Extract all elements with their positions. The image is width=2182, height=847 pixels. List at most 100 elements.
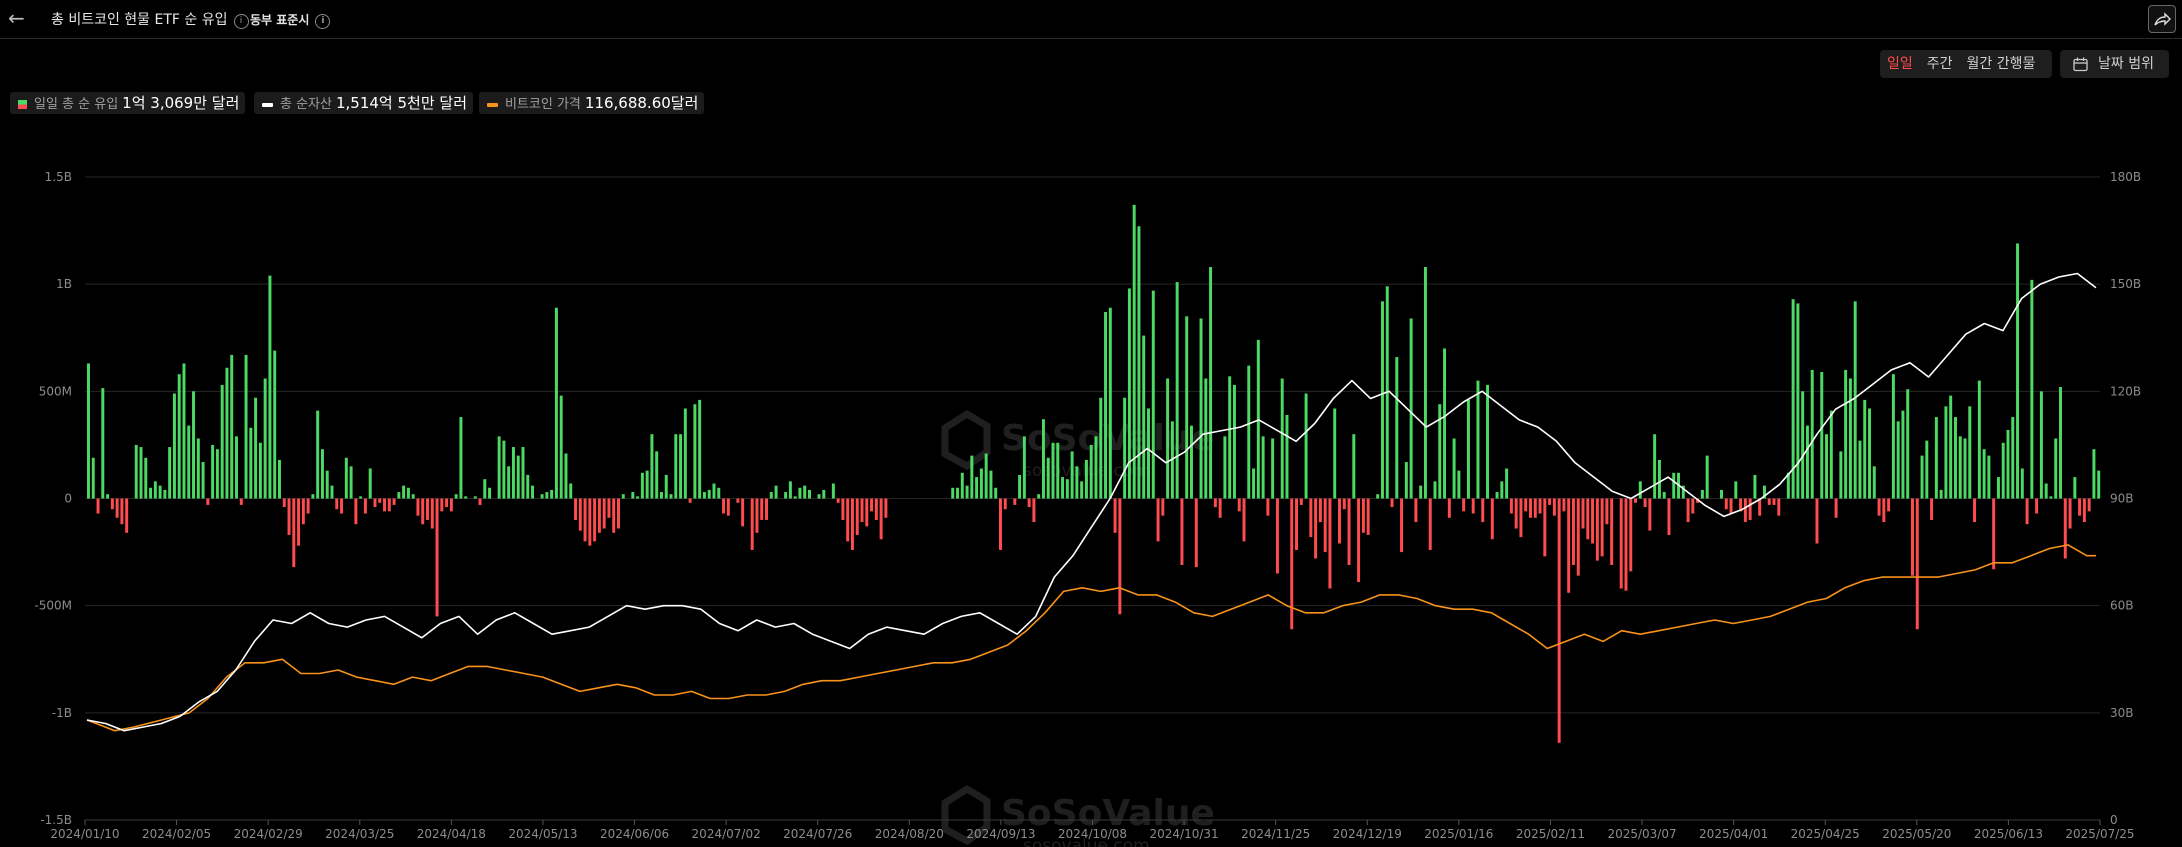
right-axis-tick-label: 60B bbox=[2110, 599, 2134, 613]
inflow-bar bbox=[1949, 395, 1953, 499]
outflow-bar bbox=[1194, 498, 1198, 568]
outflow-bar bbox=[1748, 498, 1752, 520]
outflow-bar bbox=[870, 498, 874, 512]
inflow-bar bbox=[1939, 489, 1943, 499]
inflow-bar bbox=[1906, 389, 1910, 499]
tab-weekly[interactable]: 주간 bbox=[1920, 50, 1960, 78]
line-swatch-icon bbox=[487, 102, 498, 107]
outflow-bar bbox=[387, 498, 391, 512]
outflow-bar bbox=[1213, 498, 1217, 508]
outflow-bar bbox=[1309, 498, 1313, 538]
outflow-bar bbox=[1447, 498, 1451, 518]
outflow-bar bbox=[1629, 498, 1633, 572]
page-title: 총 비트코인 현물 ETF 순 유입 i bbox=[51, 9, 249, 29]
outflow-bar bbox=[2035, 498, 2039, 514]
outflow-bar bbox=[588, 498, 592, 546]
legend-value: 1,514억 5천만 달러 bbox=[335, 94, 468, 112]
inflow-bar bbox=[1051, 442, 1055, 499]
tab-monthly[interactable]: 월간 간행물 bbox=[1960, 50, 2043, 78]
outflow-bar bbox=[1643, 498, 1647, 508]
inflow-bar bbox=[106, 494, 110, 499]
info-icon[interactable]: i bbox=[233, 14, 249, 29]
x-axis-tick-label: 2025/05/20 bbox=[1882, 827, 1951, 841]
inflow-bar bbox=[1925, 440, 1929, 499]
inflow-bar bbox=[254, 397, 258, 499]
inflow-bar bbox=[1395, 357, 1399, 499]
inflow-bar bbox=[1944, 406, 1948, 499]
inflow-bar bbox=[406, 487, 410, 499]
legend-daily-inflow[interactable]: 일일 총 순 유입 1억 3,069만 달러 bbox=[10, 92, 246, 114]
arrow-left-icon[interactable]: ← bbox=[8, 8, 30, 30]
outflow-bar bbox=[1758, 498, 1762, 516]
inflow-bar bbox=[225, 367, 229, 499]
date-range-button[interactable]: 날짜 범위 bbox=[2060, 50, 2169, 78]
outflow-bar bbox=[392, 498, 396, 505]
inflow-bar bbox=[707, 489, 711, 499]
outflow-bar bbox=[1032, 498, 1036, 523]
inflow-bar bbox=[192, 391, 196, 499]
inflow-bar bbox=[1753, 474, 1757, 499]
inflow-bar bbox=[1638, 481, 1642, 499]
outflow-bar bbox=[1624, 498, 1628, 591]
inflow-bar bbox=[230, 354, 234, 499]
outflow-bar bbox=[297, 498, 301, 546]
inflow-bar bbox=[1056, 442, 1060, 499]
inflow-bar bbox=[1848, 378, 1852, 499]
outflow-bar bbox=[1462, 498, 1466, 512]
inflow-bar bbox=[1022, 436, 1026, 499]
btc-price-line bbox=[86, 544, 2096, 732]
inflow-bar bbox=[989, 470, 993, 499]
inflow-bar bbox=[1872, 466, 1876, 499]
inflow-bar bbox=[531, 485, 535, 499]
outflow-bar bbox=[96, 498, 100, 514]
x-axis-tick-label: 2025/06/13 bbox=[1974, 827, 2043, 841]
inflow-bar bbox=[2044, 483, 2048, 499]
legend-btc-price[interactable]: 비트코인 가격 116,688.60달러 bbox=[479, 92, 705, 114]
inflow-bar bbox=[411, 494, 415, 499]
outflow-bar bbox=[1581, 498, 1585, 529]
outflow-bar bbox=[335, 498, 339, 510]
inflow-bar bbox=[659, 492, 663, 499]
inflow-bar bbox=[149, 487, 153, 499]
outflow-bar bbox=[850, 498, 854, 550]
outflow-bar bbox=[430, 498, 434, 529]
outflow-bar bbox=[306, 498, 310, 514]
outflow-bar bbox=[593, 498, 597, 542]
inflow-bar bbox=[631, 492, 635, 499]
inflow-bar bbox=[1037, 494, 1041, 499]
inflow-bar bbox=[817, 494, 821, 499]
outflow-bar bbox=[373, 498, 377, 508]
inflow-bar bbox=[2030, 279, 2034, 499]
legend-net-assets[interactable]: 총 순자산 1,514억 5천만 달러 bbox=[254, 92, 474, 114]
x-axis-tick-label: 2024/10/08 bbox=[1058, 827, 1127, 841]
outflow-bar bbox=[287, 498, 291, 535]
inflow-bar bbox=[650, 434, 654, 499]
outflow-bar bbox=[2025, 498, 2029, 525]
etf-flow-chart[interactable]: SoSoValuesosovalue.comSoSoValuesosovalue… bbox=[0, 150, 2182, 847]
inflow-bar bbox=[1968, 406, 1972, 499]
outflow-bar bbox=[612, 498, 616, 533]
inflow-bar bbox=[397, 492, 401, 499]
inflow-bar bbox=[1457, 470, 1461, 499]
inflow-bar bbox=[1127, 288, 1131, 499]
outflow-bar bbox=[1600, 498, 1604, 557]
red-green-square-icon bbox=[18, 100, 27, 109]
outflow-bar bbox=[301, 498, 305, 525]
tab-daily[interactable]: 일일 bbox=[1880, 50, 1920, 78]
share-icon[interactable] bbox=[2148, 5, 2176, 33]
inflow-bar bbox=[1333, 408, 1337, 499]
inflow-bar bbox=[540, 494, 544, 499]
outflow-bar bbox=[1490, 498, 1494, 540]
inflow-bar bbox=[1261, 436, 1265, 499]
info-icon[interactable]: i bbox=[315, 14, 331, 29]
outflow-bar bbox=[688, 498, 692, 503]
left-axis-tick-label: 0 bbox=[64, 492, 72, 506]
inflow-bar bbox=[263, 378, 267, 499]
outflow-bar bbox=[1595, 498, 1599, 561]
right-axis-tick-label: 180B bbox=[2110, 170, 2141, 184]
inflow-bar bbox=[349, 466, 353, 499]
outflow-bar bbox=[1533, 498, 1537, 518]
outflow-bar bbox=[2087, 498, 2091, 512]
x-axis-tick-label: 2025/03/07 bbox=[1607, 827, 1676, 841]
inflow-bar bbox=[1891, 374, 1895, 499]
